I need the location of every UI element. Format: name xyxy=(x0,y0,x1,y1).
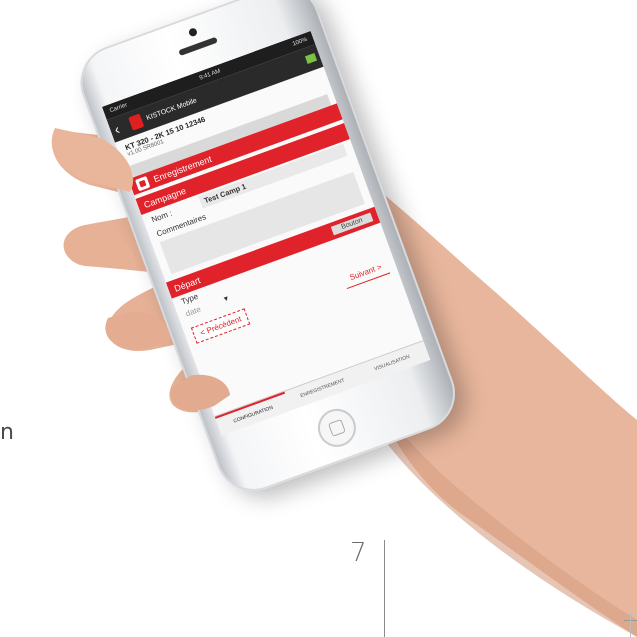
app-logo-icon xyxy=(128,113,145,131)
battery-label: 100% xyxy=(291,36,309,48)
page-number: 7 xyxy=(350,538,367,568)
page-divider xyxy=(384,540,385,637)
back-button[interactable]: ‹ xyxy=(112,118,129,138)
home-square-icon xyxy=(327,418,346,437)
dropdown-arrow-icon: ▼ xyxy=(221,294,231,304)
record-icon xyxy=(134,175,151,191)
side-letter: n xyxy=(0,420,14,445)
next-button[interactable]: Suivant > xyxy=(341,257,391,289)
battery-icon xyxy=(304,53,318,64)
corner-mark-vertical xyxy=(630,612,631,637)
